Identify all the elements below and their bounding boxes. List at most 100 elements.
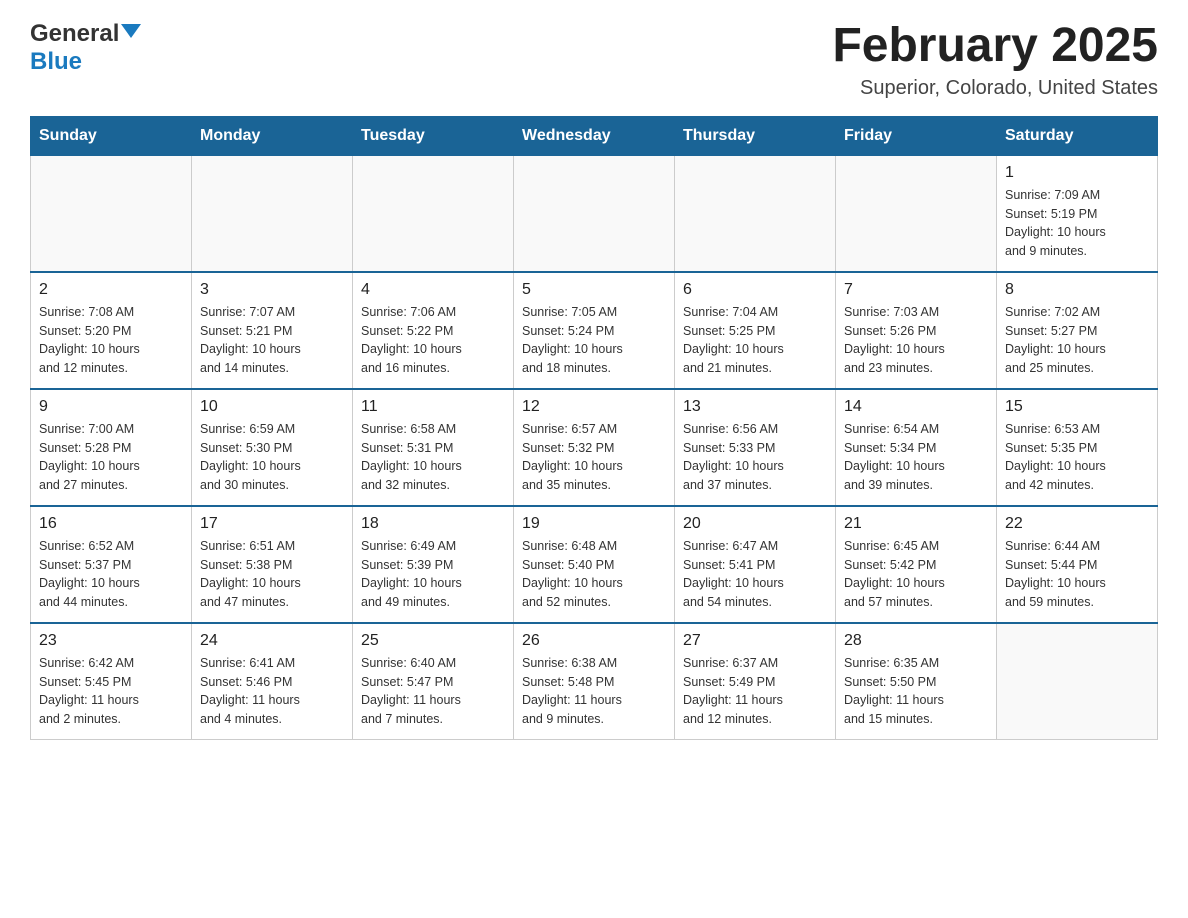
- day-number: 8: [1005, 281, 1149, 299]
- day-info: Sunrise: 6:52 AM Sunset: 5:37 PM Dayligh…: [39, 537, 183, 612]
- calendar-cell: 9Sunrise: 7:00 AM Sunset: 5:28 PM Daylig…: [31, 389, 192, 506]
- calendar-cell: 10 Sunrise: 6:59 AM Sunset: 5:30 PM Dayli…: [192, 389, 353, 506]
- day-info: Sunrise: 6:40 AM Sunset: 5:47 PM Dayligh…: [361, 654, 505, 729]
- day-number: 6: [683, 281, 827, 299]
- logo-blue-text: Blue: [30, 48, 82, 75]
- day-info: Sunrise: 6:48 AM Sunset: 5:40 PM Dayligh…: [522, 537, 666, 612]
- calendar-cell: [997, 623, 1158, 740]
- day-number: 9: [39, 398, 183, 416]
- day-number: 18: [361, 515, 505, 533]
- day-number: 25: [361, 632, 505, 650]
- day-info: Sunrise: 6:44 AM Sunset: 5:44 PM Dayligh…: [1005, 537, 1149, 612]
- calendar-week-row: 9Sunrise: 7:00 AM Sunset: 5:28 PM Daylig…: [31, 389, 1158, 506]
- calendar-cell: 22 Sunrise: 6:44 AM Sunset: 5:44 PM Dayli…: [997, 506, 1158, 623]
- day-number: 11: [361, 398, 505, 416]
- calendar-cell: 17 Sunrise: 6:51 AM Sunset: 5:38 PM Dayli…: [192, 506, 353, 623]
- day-info: Sunrise: 6:56 AM Sunset: 5:33 PM Dayligh…: [683, 420, 827, 495]
- day-info: Sunrise: 6:37 AM Sunset: 5:49 PM Dayligh…: [683, 654, 827, 729]
- day-info: Sunrise: 7:02 AM Sunset: 5:27 PM Dayligh…: [1005, 303, 1149, 378]
- calendar-cell: [675, 155, 836, 272]
- day-number: 20: [683, 515, 827, 533]
- day-info: Sunrise: 6:38 AM Sunset: 5:48 PM Dayligh…: [522, 654, 666, 729]
- calendar-cell: [514, 155, 675, 272]
- day-info: Sunrise: 7:05 AM Sunset: 5:24 PM Dayligh…: [522, 303, 666, 378]
- day-number: 1: [1005, 164, 1149, 182]
- calendar-cell: 14 Sunrise: 6:54 AM Sunset: 5:34 PM Dayli…: [836, 389, 997, 506]
- page-header: General Blue February 2025 Superior, Col…: [30, 20, 1158, 100]
- day-info: Sunrise: 6:45 AM Sunset: 5:42 PM Dayligh…: [844, 537, 988, 612]
- day-header-tuesday: Tuesday: [353, 116, 514, 155]
- day-number: 28: [844, 632, 988, 650]
- month-title: February 2025: [832, 20, 1158, 73]
- day-info: Sunrise: 6:35 AM Sunset: 5:50 PM Dayligh…: [844, 654, 988, 729]
- calendar-cell: 11 Sunrise: 6:58 AM Sunset: 5:31 PM Dayli…: [353, 389, 514, 506]
- day-info: Sunrise: 7:04 AM Sunset: 5:25 PM Dayligh…: [683, 303, 827, 378]
- day-info: Sunrise: 6:49 AM Sunset: 5:39 PM Dayligh…: [361, 537, 505, 612]
- calendar-cell: [192, 155, 353, 272]
- day-info: Sunrise: 6:57 AM Sunset: 5:32 PM Dayligh…: [522, 420, 666, 495]
- day-number: 14: [844, 398, 988, 416]
- day-number: 26: [522, 632, 666, 650]
- logo: General Blue: [30, 20, 141, 76]
- calendar-cell: 23 Sunrise: 6:42 AM Sunset: 5:45 PM Dayli…: [31, 623, 192, 740]
- calendar-cell: 20 Sunrise: 6:47 AM Sunset: 5:41 PM Dayli…: [675, 506, 836, 623]
- calendar-cell: 21 Sunrise: 6:45 AM Sunset: 5:42 PM Dayli…: [836, 506, 997, 623]
- day-number: 27: [683, 632, 827, 650]
- day-header-friday: Friday: [836, 116, 997, 155]
- calendar-week-row: 23 Sunrise: 6:42 AM Sunset: 5:45 PM Dayli…: [31, 623, 1158, 740]
- day-info: Sunrise: 7:03 AM Sunset: 5:26 PM Dayligh…: [844, 303, 988, 378]
- day-header-wednesday: Wednesday: [514, 116, 675, 155]
- calendar-cell: 3 Sunrise: 7:07 AM Sunset: 5:21 PM Daylig…: [192, 272, 353, 389]
- day-info: Sunrise: 6:58 AM Sunset: 5:31 PM Dayligh…: [361, 420, 505, 495]
- calendar-cell: 7Sunrise: 7:03 AM Sunset: 5:26 PM Daylig…: [836, 272, 997, 389]
- day-number: 16: [39, 515, 183, 533]
- calendar-cell: 13 Sunrise: 6:56 AM Sunset: 5:33 PM Dayli…: [675, 389, 836, 506]
- day-number: 24: [200, 632, 344, 650]
- day-info: Sunrise: 6:53 AM Sunset: 5:35 PM Dayligh…: [1005, 420, 1149, 495]
- day-info: Sunrise: 6:47 AM Sunset: 5:41 PM Dayligh…: [683, 537, 827, 612]
- day-number: 4: [361, 281, 505, 299]
- day-info: Sunrise: 7:07 AM Sunset: 5:21 PM Dayligh…: [200, 303, 344, 378]
- title-area: February 2025 Superior, Colorado, United…: [832, 20, 1158, 100]
- calendar-cell: 19 Sunrise: 6:48 AM Sunset: 5:40 PM Dayli…: [514, 506, 675, 623]
- day-number: 10: [200, 398, 344, 416]
- day-info: Sunrise: 7:08 AM Sunset: 5:20 PM Dayligh…: [39, 303, 183, 378]
- day-info: Sunrise: 6:59 AM Sunset: 5:30 PM Dayligh…: [200, 420, 344, 495]
- calendar-cell: [31, 155, 192, 272]
- location-subtitle: Superior, Colorado, United States: [832, 77, 1158, 100]
- calendar-cell: 2Sunrise: 7:08 AM Sunset: 5:20 PM Daylig…: [31, 272, 192, 389]
- day-info: Sunrise: 6:51 AM Sunset: 5:38 PM Dayligh…: [200, 537, 344, 612]
- calendar-cell: 8 Sunrise: 7:02 AM Sunset: 5:27 PM Daylig…: [997, 272, 1158, 389]
- calendar-cell: 18 Sunrise: 6:49 AM Sunset: 5:39 PM Dayli…: [353, 506, 514, 623]
- calendar-cell: 12 Sunrise: 6:57 AM Sunset: 5:32 PM Dayli…: [514, 389, 675, 506]
- calendar-cell: 26 Sunrise: 6:38 AM Sunset: 5:48 PM Dayli…: [514, 623, 675, 740]
- calendar-header-row: SundayMondayTuesdayWednesdayThursdayFrid…: [31, 116, 1158, 155]
- day-header-saturday: Saturday: [997, 116, 1158, 155]
- calendar-table: SundayMondayTuesdayWednesdayThursdayFrid…: [30, 116, 1158, 740]
- calendar-cell: 15Sunrise: 6:53 AM Sunset: 5:35 PM Dayli…: [997, 389, 1158, 506]
- calendar-cell: 16 Sunrise: 6:52 AM Sunset: 5:37 PM Dayli…: [31, 506, 192, 623]
- day-info: Sunrise: 7:09 AM Sunset: 5:19 PM Dayligh…: [1005, 186, 1149, 261]
- day-number: 13: [683, 398, 827, 416]
- day-header-monday: Monday: [192, 116, 353, 155]
- day-header-sunday: Sunday: [31, 116, 192, 155]
- calendar-cell: 5Sunrise: 7:05 AM Sunset: 5:24 PM Daylig…: [514, 272, 675, 389]
- calendar-cell: 27 Sunrise: 6:37 AM Sunset: 5:49 PM Dayli…: [675, 623, 836, 740]
- day-info: Sunrise: 6:54 AM Sunset: 5:34 PM Dayligh…: [844, 420, 988, 495]
- calendar-cell: 4Sunrise: 7:06 AM Sunset: 5:22 PM Daylig…: [353, 272, 514, 389]
- calendar-cell: [353, 155, 514, 272]
- day-number: 22: [1005, 515, 1149, 533]
- day-number: 19: [522, 515, 666, 533]
- day-header-thursday: Thursday: [675, 116, 836, 155]
- day-number: 23: [39, 632, 183, 650]
- calendar-week-row: 16 Sunrise: 6:52 AM Sunset: 5:37 PM Dayli…: [31, 506, 1158, 623]
- calendar-cell: 6 Sunrise: 7:04 AM Sunset: 5:25 PM Daylig…: [675, 272, 836, 389]
- logo-triangle-icon: [121, 24, 141, 38]
- day-number: 3: [200, 281, 344, 299]
- calendar-week-row: 1 Sunrise: 7:09 AM Sunset: 5:19 PM Daylig…: [31, 155, 1158, 272]
- day-number: 12: [522, 398, 666, 416]
- day-number: 17: [200, 515, 344, 533]
- calendar-cell: 25 Sunrise: 6:40 AM Sunset: 5:47 PM Dayli…: [353, 623, 514, 740]
- day-info: Sunrise: 6:42 AM Sunset: 5:45 PM Dayligh…: [39, 654, 183, 729]
- day-number: 21: [844, 515, 988, 533]
